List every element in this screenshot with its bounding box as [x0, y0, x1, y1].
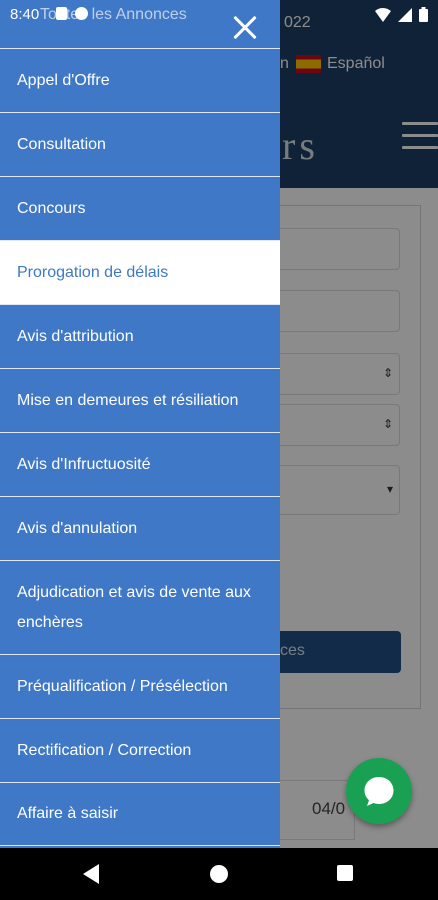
menu-item-affaire-a-saisir[interactable]: Affaire à saisir [0, 782, 280, 846]
status-right-icons [375, 7, 428, 22]
nav-home-icon[interactable] [210, 865, 228, 883]
menu-item-label: Avis d'annulation [17, 519, 138, 537]
battery-icon [419, 7, 428, 22]
menu-item-avis-dannulation[interactable]: Avis d'annulation [0, 496, 280, 560]
nav-back-icon[interactable] [83, 864, 99, 884]
menu-item-label: Prorogation de délais [17, 263, 169, 281]
menu-item-label: Adjudication et avis de vente aux enchèr… [17, 583, 251, 631]
menu-item-rectification[interactable]: Rectification / Correction [0, 718, 280, 782]
menu-item-avis-dattribution[interactable]: Avis d'attribution [0, 304, 280, 368]
menu-item-label: Rectification / Correction [17, 741, 192, 759]
menu-item-adjudication[interactable]: Adjudication et avis de vente aux enchèr… [0, 560, 280, 654]
cell-signal-icon [398, 7, 412, 22]
menu-item-avis-dinfructuosite[interactable]: Avis d'Infructuosité [0, 432, 280, 496]
menu-item-label: Affaire à saisir [17, 805, 119, 822]
menu-item-label: Mise en demeures et résiliation [17, 391, 239, 409]
menu-item-label: Avis d'Infructuosité [17, 455, 151, 473]
system-navigation-bar [0, 848, 438, 900]
status-time: 8:40 [10, 6, 40, 23]
menu-item-concours[interactable]: Concours [0, 176, 280, 240]
notification-app-icon [56, 7, 67, 20]
menu-item-label: Préqualification / Présélection [17, 677, 228, 695]
nav-recents-icon[interactable] [337, 865, 353, 881]
wifi-icon [375, 7, 391, 22]
menu-item-consultation[interactable]: Consultation [0, 112, 280, 176]
menu-item-mise-en-demeures[interactable]: Mise en demeures et résiliation [0, 368, 280, 432]
status-bar: 8:40 Toutes les Annonces [0, 0, 438, 30]
menu-item-label: Avis d'attribution [17, 327, 134, 345]
notification-sync-icon [75, 7, 88, 20]
chat-button[interactable] [346, 758, 412, 824]
chat-bubble-icon [364, 777, 394, 806]
menu-item-label: Concours [17, 199, 86, 217]
notification-icons [56, 7, 88, 20]
menu-item-prequalification[interactable]: Préqualification / Présélection [0, 654, 280, 718]
navigation-drawer: Appel d'Offre Consultation Concours Pror… [0, 0, 280, 848]
menu-item-prorogation-de-delais[interactable]: Prorogation de délais [0, 240, 280, 304]
menu-item-label: Consultation [17, 135, 106, 153]
menu-item-label: Appel d'Offre [17, 71, 110, 89]
menu-item-appel-doffre[interactable]: Appel d'Offre [0, 48, 280, 112]
